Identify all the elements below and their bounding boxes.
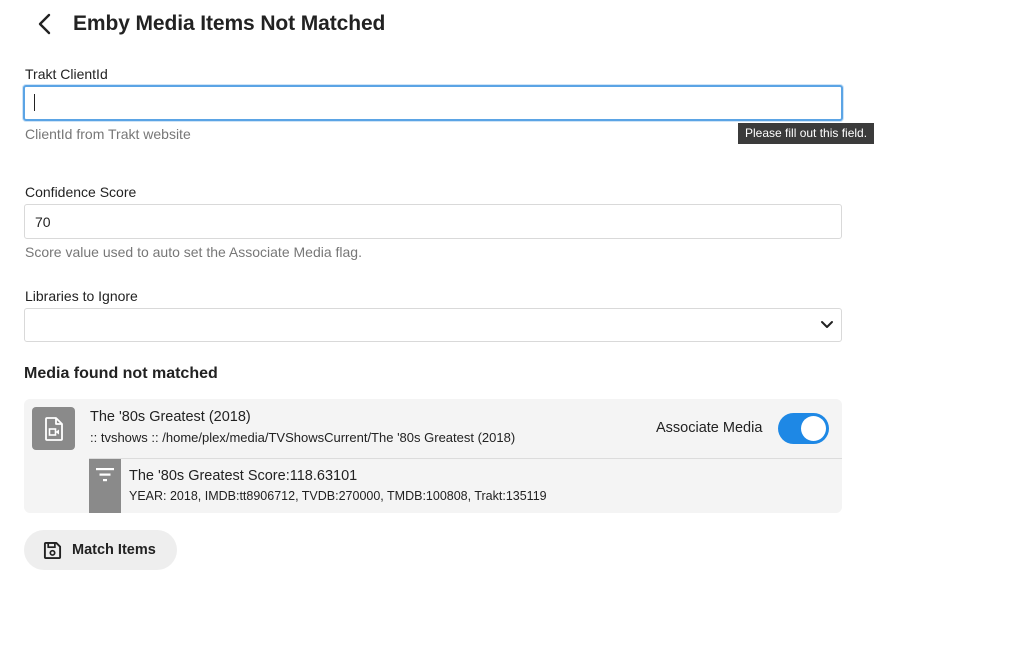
media-item-path: :: tvshows :: /home/plex/media/TVShowsCu… — [90, 430, 516, 445]
confidence-score-label: Confidence Score — [25, 184, 137, 200]
chevron-left-icon — [38, 13, 51, 35]
back-button[interactable] — [30, 9, 60, 39]
match-items-button[interactable]: Match Items — [24, 530, 177, 570]
chevron-down-icon — [821, 321, 833, 328]
associate-media-toggle[interactable] — [778, 413, 829, 444]
media-item-card: The '80s Greatest (2018) :: tvshows :: /… — [24, 399, 842, 513]
match-icon-box — [89, 459, 121, 513]
save-icon — [43, 541, 62, 559]
filter-icon — [96, 468, 114, 482]
libraries-ignore-label: Libraries to Ignore — [25, 288, 138, 304]
associate-media-label: Associate Media — [656, 420, 763, 436]
match-items-label: Match Items — [72, 542, 156, 558]
media-item-title: The '80s Greatest (2018) — [90, 409, 251, 425]
video-file-icon — [44, 416, 63, 441]
trakt-clientid-label: Trakt ClientId — [25, 66, 108, 82]
validation-tooltip: Please fill out this field. — [738, 123, 875, 144]
media-file-icon-box — [32, 407, 75, 450]
trakt-clientid-help: ClientId from Trakt website — [25, 126, 191, 142]
match-result-title: The '80s Greatest Score:118.63101 — [129, 468, 358, 484]
trakt-clientid-input[interactable] — [23, 85, 843, 121]
libraries-ignore-select[interactable] — [24, 308, 842, 342]
confidence-score-help: Score value used to auto set the Associa… — [25, 244, 362, 260]
page-title: Emby Media Items Not Matched — [73, 12, 386, 35]
text-caret — [34, 94, 35, 111]
confidence-score-input[interactable] — [24, 204, 842, 239]
page: Emby Media Items Not Matched Trakt Clien… — [0, 0, 1014, 653]
toggle-knob — [801, 416, 826, 441]
section-title: Media found not matched — [24, 365, 218, 382]
card-divider — [89, 458, 842, 459]
match-result-ids: YEAR: 2018, IMDB:tt8906712, TVDB:270000,… — [129, 489, 547, 503]
header: Emby Media Items Not Matched — [30, 8, 385, 40]
